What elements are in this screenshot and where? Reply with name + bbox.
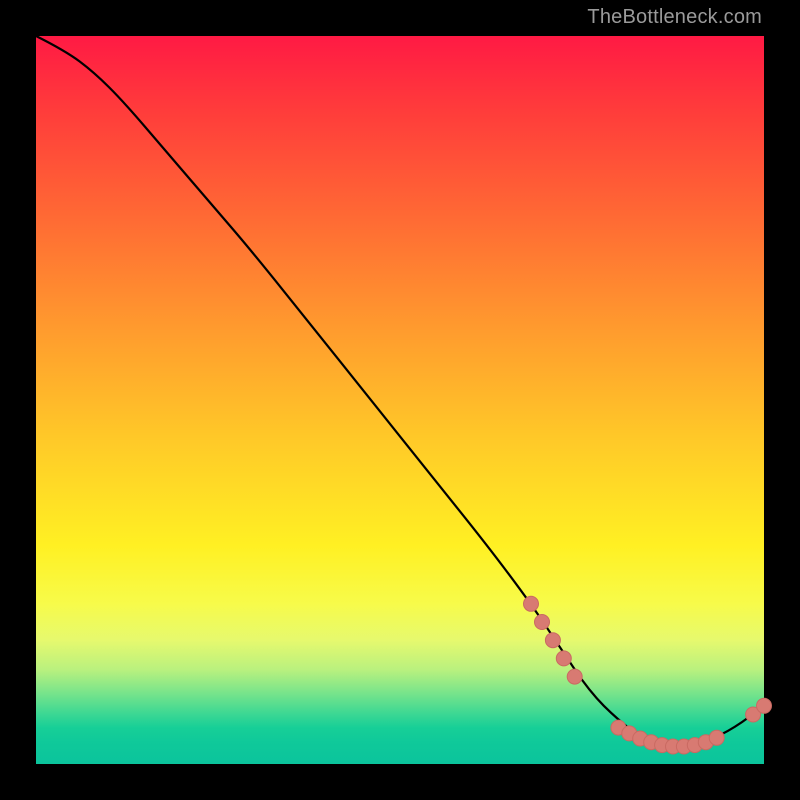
data-point <box>757 698 772 713</box>
bottleneck-curve <box>36 36 764 748</box>
chart-overlay <box>36 36 764 764</box>
data-point <box>535 615 550 630</box>
data-point <box>556 651 571 666</box>
data-point <box>567 669 582 684</box>
data-point <box>545 633 560 648</box>
data-points <box>524 596 772 754</box>
watermark-text: TheBottleneck.com <box>587 6 762 29</box>
data-point <box>709 730 724 745</box>
data-point <box>524 596 539 611</box>
